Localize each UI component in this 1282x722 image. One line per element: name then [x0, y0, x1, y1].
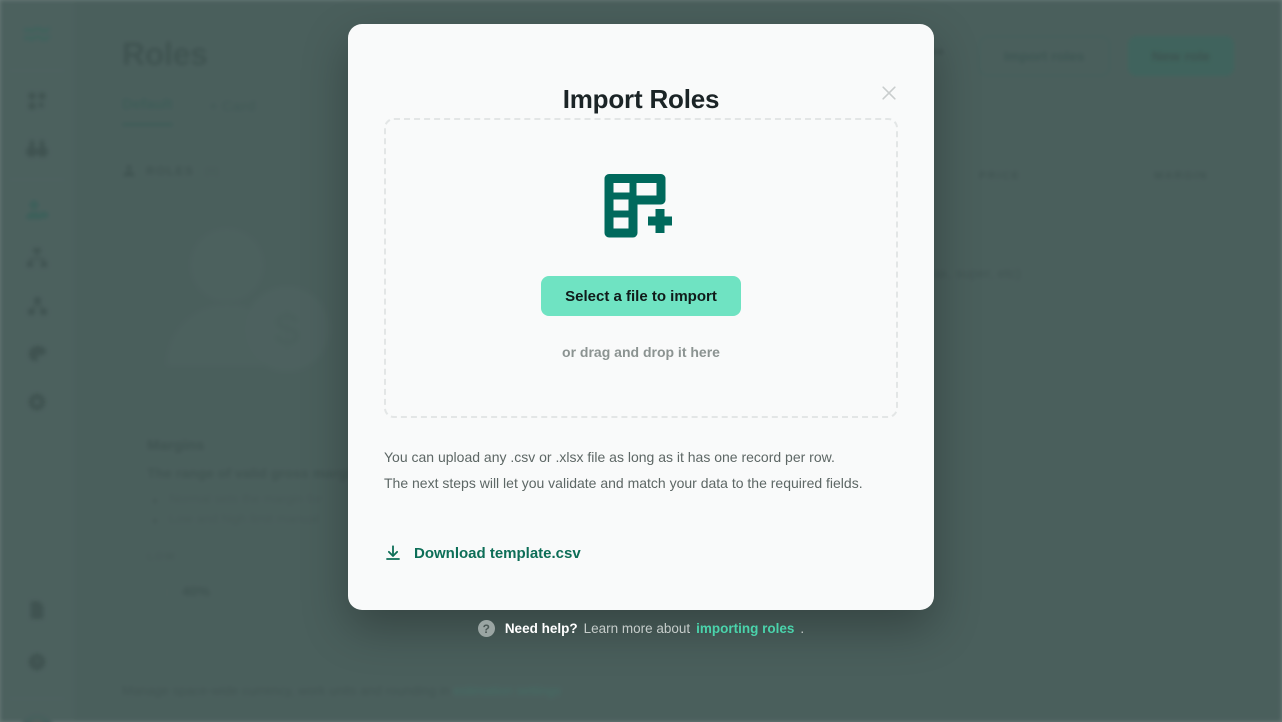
- help-normal-text: Learn more about: [583, 621, 691, 636]
- download-template-label: Download template.csv: [414, 544, 581, 562]
- file-dropzone[interactable]: Select a file to import or drag and drop…: [384, 118, 898, 418]
- modal-note-line-1: You can upload any .csv or .xlsx file as…: [384, 449, 835, 465]
- modal-title: Import Roles: [562, 84, 720, 114]
- modal-note-line-2: The next steps will let you validate and…: [384, 475, 863, 491]
- help-period: .: [800, 621, 805, 636]
- help-strong-text: Need help?: [504, 621, 578, 636]
- importing-roles-link[interactable]: importing roles: [696, 621, 794, 636]
- modal-note: You can upload any .csv or .xlsx file as…: [384, 444, 904, 496]
- spreadsheet-add-icon: [603, 174, 679, 240]
- close-x-icon[interactable]: [872, 76, 906, 110]
- download-icon: [384, 544, 402, 562]
- import-roles-modal: Import Roles Select a file to import or …: [348, 24, 934, 610]
- drag-drop-hint: or drag and drop it here: [562, 344, 720, 360]
- app-root: ? Roles Default + Card ••• Import roles …: [0, 0, 1282, 722]
- select-file-button[interactable]: Select a file to import: [541, 276, 741, 316]
- question-circle-icon: ?: [477, 620, 495, 637]
- help-bar: ? Need help? Learn more about importing …: [0, 620, 1282, 637]
- download-template-link[interactable]: Download template.csv: [384, 544, 581, 562]
